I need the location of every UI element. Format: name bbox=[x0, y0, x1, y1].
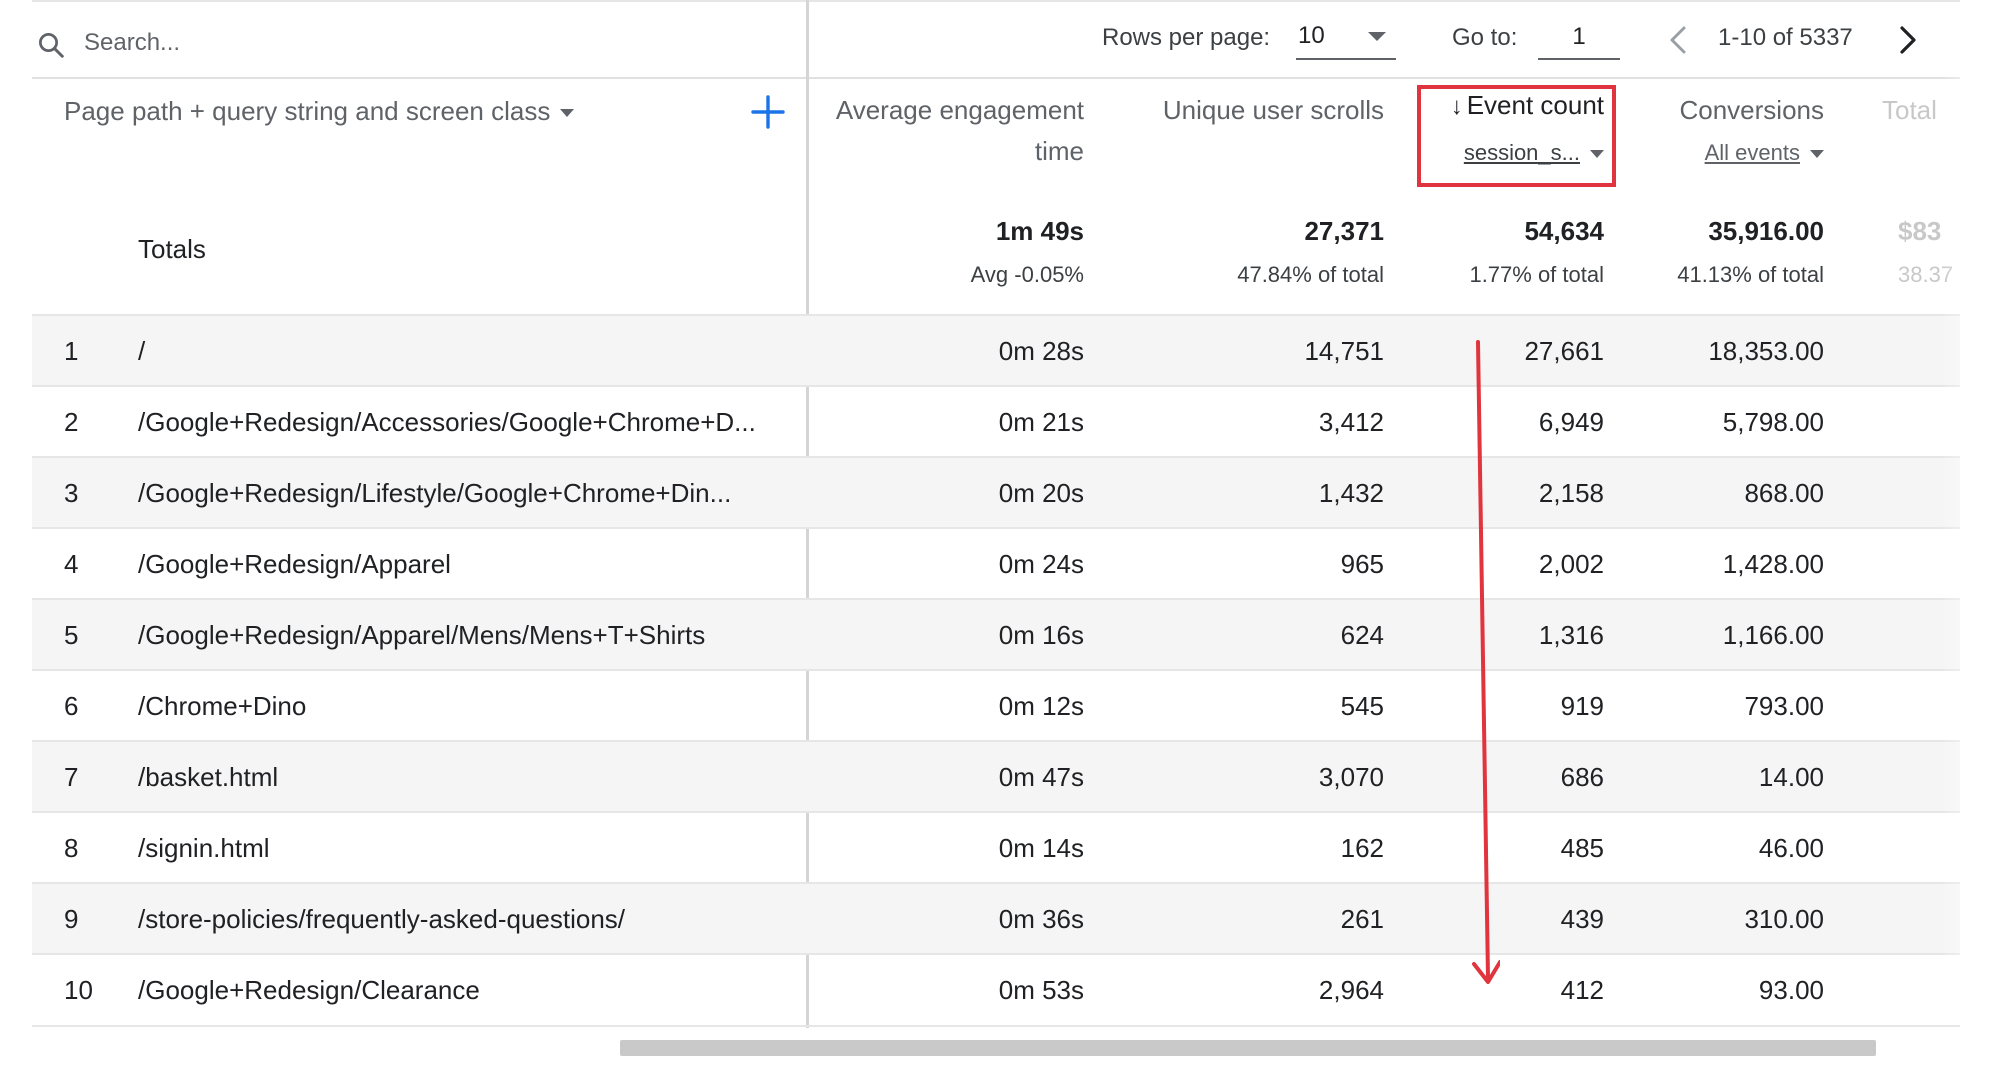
dropdown-caret-icon bbox=[560, 109, 575, 118]
avg-engagement-time: 0m 14s bbox=[998, 833, 1084, 863]
total-value: 54,634 bbox=[1524, 216, 1604, 246]
total-subtext: 47.84% of total bbox=[1237, 262, 1384, 287]
conversions: 46.00 bbox=[1758, 833, 1824, 863]
search-icon[interactable] bbox=[36, 30, 66, 60]
filter-label: All events bbox=[1704, 140, 1800, 165]
top-border bbox=[32, 0, 1960, 2]
horizontal-scrollbar[interactable] bbox=[620, 1040, 1876, 1056]
conversions: 310.00 bbox=[1744, 904, 1824, 934]
row-number: 9 bbox=[64, 904, 79, 934]
overflow-fade bbox=[1940, 60, 1999, 1020]
table-row[interactable]: 4 /Google+Redesign/Apparel 0m 24s 965 2,… bbox=[32, 527, 1960, 599]
conversions: 93.00 bbox=[1758, 975, 1824, 1005]
page-path[interactable]: /signin.html bbox=[138, 833, 270, 864]
avg-engagement-time: 0m 24s bbox=[998, 549, 1084, 579]
annotation-arrow-icon bbox=[1472, 340, 1500, 984]
column-header-conversions[interactable]: Conversions bbox=[1620, 90, 1824, 131]
page-path[interactable]: /Chrome+Dino bbox=[138, 691, 306, 722]
row-number: 10 bbox=[64, 975, 93, 1005]
avg-engagement-time: 0m 21s bbox=[998, 407, 1084, 437]
avg-engagement-time: 0m 16s bbox=[998, 620, 1084, 650]
conversions: 18,353.00 bbox=[1708, 336, 1824, 366]
chevron-right-icon[interactable] bbox=[1892, 20, 1922, 60]
avg-engagement-time: 0m 20s bbox=[998, 478, 1084, 508]
table-row[interactable]: 9 /store-policies/frequently-asked-quest… bbox=[32, 882, 1960, 954]
total-value: 27,371 bbox=[1304, 216, 1384, 246]
dimension-label: Page path + query string and screen clas… bbox=[64, 96, 551, 126]
total-value: 1m 49s bbox=[995, 216, 1084, 246]
unique-user-scrolls: 624 bbox=[1340, 620, 1384, 650]
conversions: 1,166.00 bbox=[1722, 620, 1824, 650]
total-subtext: 1.77% of total bbox=[1469, 262, 1604, 287]
avg-engagement-time: 0m 36s bbox=[998, 904, 1084, 934]
conversions: 14.00 bbox=[1758, 762, 1824, 792]
rows-per-page-value: 10 bbox=[1298, 22, 1325, 49]
row-number: 2 bbox=[64, 407, 79, 437]
total-subtext: Avg -0.05% bbox=[970, 262, 1084, 287]
row-number: 3 bbox=[64, 478, 79, 508]
row-number: 5 bbox=[64, 620, 79, 650]
unique-user-scrolls: 162 bbox=[1340, 833, 1384, 863]
avg-engagement-time: 0m 47s bbox=[998, 762, 1084, 792]
avg-engagement-time: 0m 53s bbox=[998, 975, 1084, 1005]
row-number: 4 bbox=[64, 549, 79, 579]
page-range: 1-10 of 5337 bbox=[1718, 24, 1853, 51]
conversions: 868.00 bbox=[1744, 478, 1824, 508]
avg-engagement-time: 0m 12s bbox=[998, 691, 1084, 721]
table-row[interactable]: 8 /signin.html 0m 14s 162 485 46.00 bbox=[32, 811, 1960, 883]
page-path[interactable]: /Google+Redesign/Accessories/Google+Chro… bbox=[138, 407, 756, 438]
chevron-left-icon[interactable] bbox=[1664, 20, 1694, 60]
rows-per-page-select[interactable]: 10 bbox=[1296, 16, 1396, 60]
plus-icon[interactable] bbox=[748, 92, 788, 132]
conversions: 793.00 bbox=[1744, 691, 1824, 721]
dropdown-caret-icon bbox=[1368, 32, 1386, 41]
page-path[interactable]: /basket.html bbox=[138, 762, 278, 793]
table-row[interactable]: 7 /basket.html 0m 47s 3,070 686 14.00 bbox=[32, 740, 1960, 812]
goto-label: Go to: bbox=[1452, 24, 1518, 51]
goto-page-input[interactable] bbox=[1538, 16, 1620, 60]
page-path[interactable]: /Google+Redesign/Apparel bbox=[138, 549, 451, 580]
page-path[interactable]: /Google+Redesign/Clearance bbox=[138, 975, 480, 1006]
conversions: 5,798.00 bbox=[1722, 407, 1824, 437]
dropdown-caret-icon bbox=[1810, 150, 1824, 159]
event-count-highlight bbox=[1417, 85, 1616, 187]
row-number: 1 bbox=[64, 336, 79, 366]
unique-user-scrolls: 3,070 bbox=[1318, 762, 1384, 792]
table-row[interactable]: 5 /Google+Redesign/Apparel/Mens/Mens+T+S… bbox=[32, 598, 1960, 670]
unique-user-scrolls: 2,964 bbox=[1318, 975, 1384, 1005]
column-header-average-engagement-time[interactable]: Average engagement time bbox=[820, 90, 1084, 172]
row-number: 7 bbox=[64, 762, 79, 792]
page-path[interactable]: /Google+Redesign/Apparel/Mens/Mens+T+Shi… bbox=[138, 620, 705, 651]
header-separator bbox=[32, 77, 1960, 79]
unique-user-scrolls: 965 bbox=[1340, 549, 1384, 579]
page-path[interactable]: /Google+Redesign/Lifestyle/Google+Chrome… bbox=[138, 478, 731, 509]
rows-per-page-label: Rows per page: bbox=[1102, 24, 1271, 51]
page-path[interactable]: / bbox=[138, 336, 145, 367]
unique-user-scrolls: 1,432 bbox=[1318, 478, 1384, 508]
dimension-selector[interactable]: Page path + query string and screen clas… bbox=[64, 96, 575, 127]
unique-user-scrolls: 14,751 bbox=[1304, 336, 1384, 366]
avg-engagement-time: 0m 28s bbox=[998, 336, 1084, 366]
table-row[interactable]: 10 /Google+Redesign/Clearance 0m 53s 2,9… bbox=[32, 953, 1960, 1025]
unique-user-scrolls: 3,412 bbox=[1318, 407, 1384, 437]
column-header-unique-user-scrolls[interactable]: Unique user scrolls bbox=[1100, 90, 1384, 131]
page-path[interactable]: /store-policies/frequently-asked-questio… bbox=[138, 904, 625, 935]
table-row[interactable]: 1 / 0m 28s 14,751 27,661 18,353.00 bbox=[32, 314, 1960, 386]
row-number: 8 bbox=[64, 833, 79, 863]
conversion-event-filter[interactable]: All events bbox=[1620, 140, 1824, 166]
conversions: 1,428.00 bbox=[1722, 549, 1824, 579]
unique-user-scrolls: 545 bbox=[1340, 691, 1384, 721]
table-row[interactable]: 2 /Google+Redesign/Accessories/Google+Ch… bbox=[32, 385, 1960, 457]
row-number: 6 bbox=[64, 691, 79, 721]
total-value: 35,916.00 bbox=[1708, 216, 1824, 246]
totals-label: Totals bbox=[138, 234, 206, 264]
table-bottom-border bbox=[32, 1025, 1960, 1027]
table-row[interactable]: 3 /Google+Redesign/Lifestyle/Google+Chro… bbox=[32, 456, 1960, 528]
table-row[interactable]: 6 /Chrome+Dino 0m 12s 545 919 793.00 bbox=[32, 669, 1960, 741]
total-subtext: 41.13% of total bbox=[1677, 262, 1824, 287]
unique-user-scrolls: 261 bbox=[1340, 904, 1384, 934]
search-input[interactable] bbox=[82, 22, 646, 64]
